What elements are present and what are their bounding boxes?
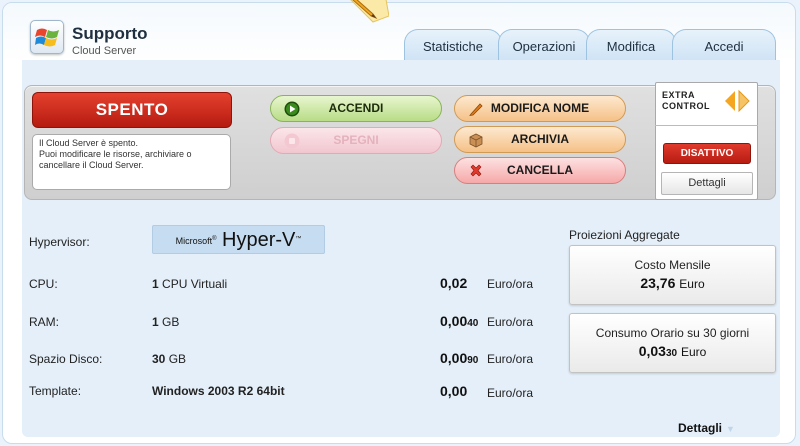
extra-control-arrows-icon [725,89,750,113]
ram-unit: GB [162,315,180,329]
disk-price: 0,0090 [440,350,478,366]
hypervisor-badge: Microsoft® Hyper-V™ [152,225,325,254]
extra-logo-line: EXTRA [662,90,696,100]
archivia-button[interactable]: ARCHIVIA [454,126,626,153]
monthly-cost-value: 23,76 [640,275,676,291]
extra-logo-line: CONTROL [662,101,710,111]
tab-label: Accedi [704,39,744,54]
details-expander[interactable]: Dettagli ▼ [678,421,735,435]
hypervisor-name: Hyper-V [222,229,296,251]
template-label: Template: [29,384,82,398]
status-description: Il Cloud Server è spento. Puoi modificar… [32,134,231,190]
status-badge: SPENTO [32,92,232,128]
monthly-cost-label: Costo Mensile [634,258,711,272]
tab-label: Operazioni [512,39,576,54]
template-price-unit: Euro/ora [487,386,534,400]
ram-label: RAM: [29,315,59,329]
archivia-label: ARCHIVIA [510,132,569,146]
ram-price-main: 0,00 [440,313,468,329]
windows-logo-icon [30,20,64,54]
tab-label: Statistiche [423,39,483,54]
tab-modifica[interactable]: Modifica [586,29,676,61]
monthly-cost-unit: Euro [679,277,705,291]
accendi-button[interactable]: ACCENDI [270,95,442,122]
cpu-price: 0,02 [440,275,467,291]
disk-amount: 30 [152,352,166,366]
cpu-value: 1 CPU Virtuali [152,277,227,291]
hourly-consumption-value-row: 0,0330 Euro [570,343,775,359]
template-name: Windows 2003 R2 64bit [152,384,285,398]
chevron-down-icon: ▼ [726,424,735,434]
template-price: 0,00 [440,383,467,399]
spegni-label: SPEGNI [333,133,379,147]
cpu-amount: 1 [152,277,159,291]
status-line: Il Cloud Server è spento. [39,138,139,148]
extra-divider [655,125,758,126]
tab-operazioni[interactable]: Operazioni [498,29,590,61]
cpu-price-main: 0,02 [440,275,468,291]
pencil-icon [469,103,483,117]
stop-icon [284,133,300,149]
disk-price-unit: Euro/ora [487,352,534,366]
app-subtitle: Cloud Server [72,45,137,57]
pencil-icon [350,0,389,23]
template-value: Windows 2003 R2 64bit [152,384,285,398]
cancella-label: CANCELLA [507,163,573,177]
disk-price-main: 0,00 [440,350,468,366]
play-icon [284,101,300,117]
tab-statistiche[interactable]: Statistiche [404,29,502,61]
cancella-button[interactable]: CANCELLA [454,157,626,184]
disk-value: 30 GB [152,352,186,366]
extra-control-logo: EXTRA CONTROL [662,90,710,112]
details-expander-label: Dettagli [678,421,723,435]
delete-x-icon [470,164,482,177]
accendi-label: ACCENDI [328,101,384,115]
disk-price-small: 90 [467,355,479,366]
modifica-nome-label: MODIFICA NOME [490,101,590,115]
hourly-consumption-value-small: 30 [665,348,678,359]
disk-unit: GB [168,352,187,366]
monthly-cost-card: Costo Mensile 23,76 Euro [569,245,776,305]
status-line: cancellare il Cloud Server. [39,160,144,170]
ram-value: 1 GB [152,315,179,329]
spegni-button: SPEGNI [270,127,442,154]
hourly-consumption-label: Consumo Orario su 30 giorni [595,326,750,340]
box-icon [469,133,483,148]
template-price-main: 0,00 [440,383,468,399]
monthly-cost-value-row: 23,76 Euro [570,275,775,291]
projections-title: Proiezioni Aggregate [569,228,680,242]
tab-accedi[interactable]: Accedi [672,29,776,61]
ram-price: 0,0040 [440,313,478,329]
hypervisor-brand: Microsoft [175,236,213,246]
cpu-unit: CPU Virtuali [162,277,228,291]
modifica-nome-button[interactable]: MODIFICA NOME [454,95,626,122]
status-line: Puoi modificare le risorse, archiviare o [39,149,192,159]
hourly-consumption-unit: Euro [680,345,707,359]
disk-label: Spazio Disco: [29,352,103,366]
ram-amount: 1 [152,315,159,329]
tab-label: Modifica [606,39,656,54]
cpu-price-unit: Euro/ora [487,277,534,291]
app-title: Supporto [72,24,148,43]
hypervisor-label: Hypervisor: [29,235,90,249]
ram-price-unit: Euro/ora [487,315,534,329]
hourly-consumption-card: Consumo Orario su 30 giorni 0,0330 Euro [569,313,776,373]
extra-control-toggle[interactable]: DISATTIVO [663,143,751,164]
hourly-consumption-value: 0,03 [638,343,666,359]
cpu-label: CPU: [29,277,58,291]
ram-price-small: 40 [467,318,479,329]
extra-control-details-button[interactable]: Dettagli [661,172,753,195]
